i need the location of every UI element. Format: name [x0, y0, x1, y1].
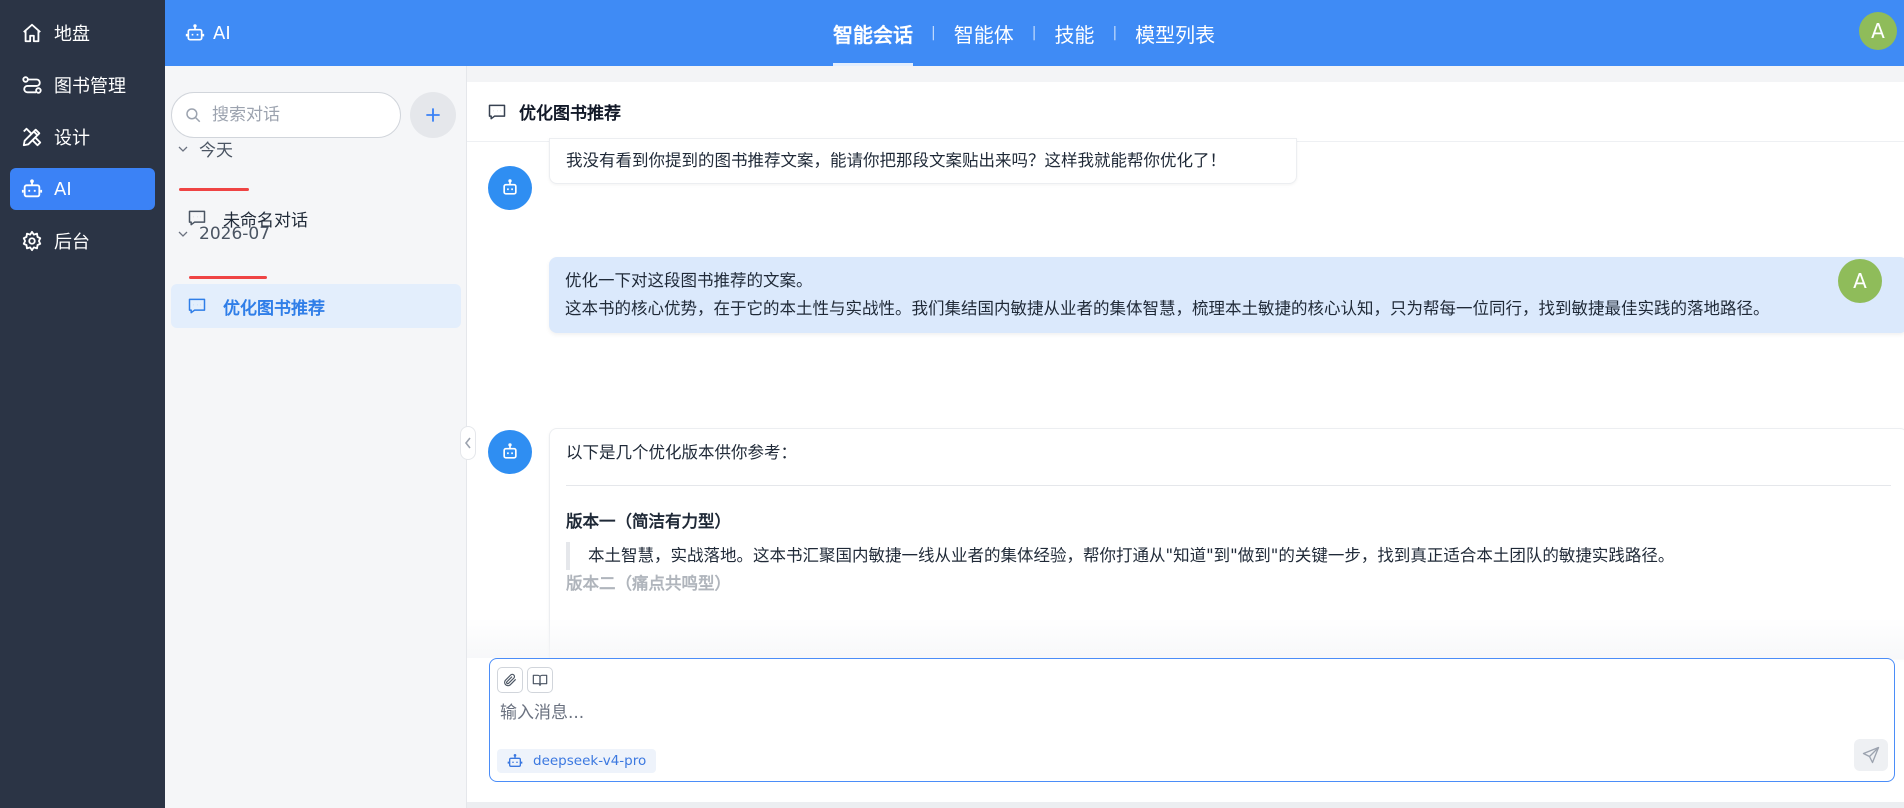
message-text: 优化一下对这段图书推荐的文案。: [565, 271, 813, 290]
brand[interactable]: AI: [185, 0, 231, 66]
nav-item-books[interactable]: 图书管理: [10, 64, 155, 106]
message-input[interactable]: [500, 703, 1500, 723]
group-label: 2026-07: [199, 224, 271, 244]
group-label: 今天: [199, 141, 233, 161]
robot-icon: [500, 442, 520, 462]
model-selector[interactable]: deepseek-v4-pro: [497, 749, 657, 773]
model-name: deepseek-v4-pro: [533, 753, 647, 769]
message-text: 我没有看到你提到的图书推荐文案，能请你把那段文案贴出来吗？这样我就能帮你优化了！: [566, 151, 1226, 170]
nav-item-home[interactable]: 地盘: [10, 12, 155, 54]
attach-button[interactable]: [497, 667, 523, 693]
tab-divider: |: [931, 25, 936, 41]
conversation-item-active[interactable]: 优化图书推荐: [171, 284, 461, 328]
knowledge-base-button[interactable]: [527, 667, 553, 693]
chat-icon: [187, 296, 207, 316]
tab-divider: |: [1112, 25, 1118, 41]
bot-avatar: [488, 166, 532, 210]
user-avatar[interactable]: A: [1859, 12, 1897, 50]
reply-intro: 以下是几个优化版本供你参考：: [566, 443, 797, 462]
gear-icon: [20, 229, 44, 253]
chat-icon: [487, 102, 507, 122]
nav-item-label: 设计: [54, 128, 90, 149]
search-input[interactable]: [212, 105, 382, 125]
divider: [566, 485, 1891, 486]
search-icon: [184, 106, 202, 124]
top-bar: AI 智能会话 | 智能体 | 技能 | 模型列表 A: [165, 0, 1904, 66]
design-icon: [20, 125, 44, 149]
conversation-sidebar: 今天 未命名对话 2026-07 优化图书推荐: [165, 66, 467, 808]
send-icon: [1862, 746, 1880, 764]
send-button[interactable]: [1854, 739, 1888, 771]
user-avatar: A: [1838, 259, 1882, 303]
tab-agents[interactable]: 智能体: [954, 0, 1014, 66]
nav-item-label: 图书管理: [54, 76, 126, 97]
version-heading: 版本二（痛点共鸣型）: [566, 574, 731, 593]
robot-icon: [185, 23, 205, 43]
chevron-down-icon: [177, 143, 189, 155]
group-2026-07[interactable]: 2026-07: [177, 224, 270, 244]
collapse-sidebar-button[interactable]: [460, 426, 476, 460]
plus-icon: [423, 105, 443, 125]
message-composer: deepseek-v4-pro: [489, 658, 1895, 782]
blockquote: 本土智慧，实战落地。这本书汇聚国内敏捷一线从业者的集体经验，帮你打通从"知道"到…: [566, 542, 1891, 570]
tab-smart-chat[interactable]: 智能会话: [833, 0, 913, 66]
robot-icon: [507, 753, 523, 769]
robot-icon: [20, 177, 44, 201]
search-box: [171, 92, 401, 138]
nav-item-design[interactable]: 设计: [10, 116, 155, 158]
route-icon: [20, 73, 44, 97]
brand-label: AI: [213, 22, 231, 44]
tab-skills[interactable]: 技能: [1054, 0, 1094, 66]
chevron-down-icon: [177, 228, 189, 240]
nav-item-label: 地盘: [54, 24, 90, 45]
annotation-underline: [189, 276, 267, 279]
book-open-icon: [532, 672, 548, 688]
group-today[interactable]: 今天: [177, 136, 233, 161]
chevron-left-icon: [463, 436, 473, 450]
nav-item-ai[interactable]: AI: [10, 168, 155, 210]
conversation-title: 优化图书推荐: [223, 298, 325, 319]
bottom-strip: [467, 802, 1904, 808]
annotation-underline: [179, 188, 249, 191]
tab-model-list[interactable]: 模型列表: [1135, 0, 1215, 66]
new-conversation-button[interactable]: [410, 92, 456, 138]
paperclip-icon: [502, 672, 518, 688]
nav-item-label: AI: [54, 178, 72, 200]
version-heading: 版本一（简洁有力型）: [566, 512, 731, 531]
message-text: 这本书的核心优势，在于它的本土性与实战性。我们集结国内敏捷从业者的集体智慧，梳理…: [565, 299, 1770, 318]
left-nav: 地盘 图书管理 设计 AI 后台: [0, 0, 165, 808]
chat-title: 优化图书推荐: [519, 104, 621, 124]
robot-icon: [500, 178, 520, 198]
main-tabs: 智能会话 | 智能体 | 技能 | 模型列表: [833, 0, 1215, 66]
nav-item-admin[interactable]: 后台: [10, 220, 155, 262]
user-message: 优化一下对这段图书推荐的文案。 这本书的核心优势，在于它的本土性与实战性。我们集…: [549, 257, 1904, 333]
quote-text: 本土智慧，实战落地。这本书汇聚国内敏捷一线从业者的集体经验，帮你打通从"知道"到…: [588, 546, 1675, 565]
scroll-fade: [467, 618, 1904, 658]
chat-header: 优化图书推荐: [467, 82, 1904, 142]
tab-divider: |: [1031, 25, 1037, 41]
nav-item-label: 后台: [54, 232, 90, 253]
home-icon: [20, 21, 44, 45]
bot-avatar: [488, 430, 532, 474]
bot-message: 我没有看到你提到的图书推荐文案，能请你把那段文案贴出来吗？这样我就能帮你优化了！: [549, 138, 1297, 184]
